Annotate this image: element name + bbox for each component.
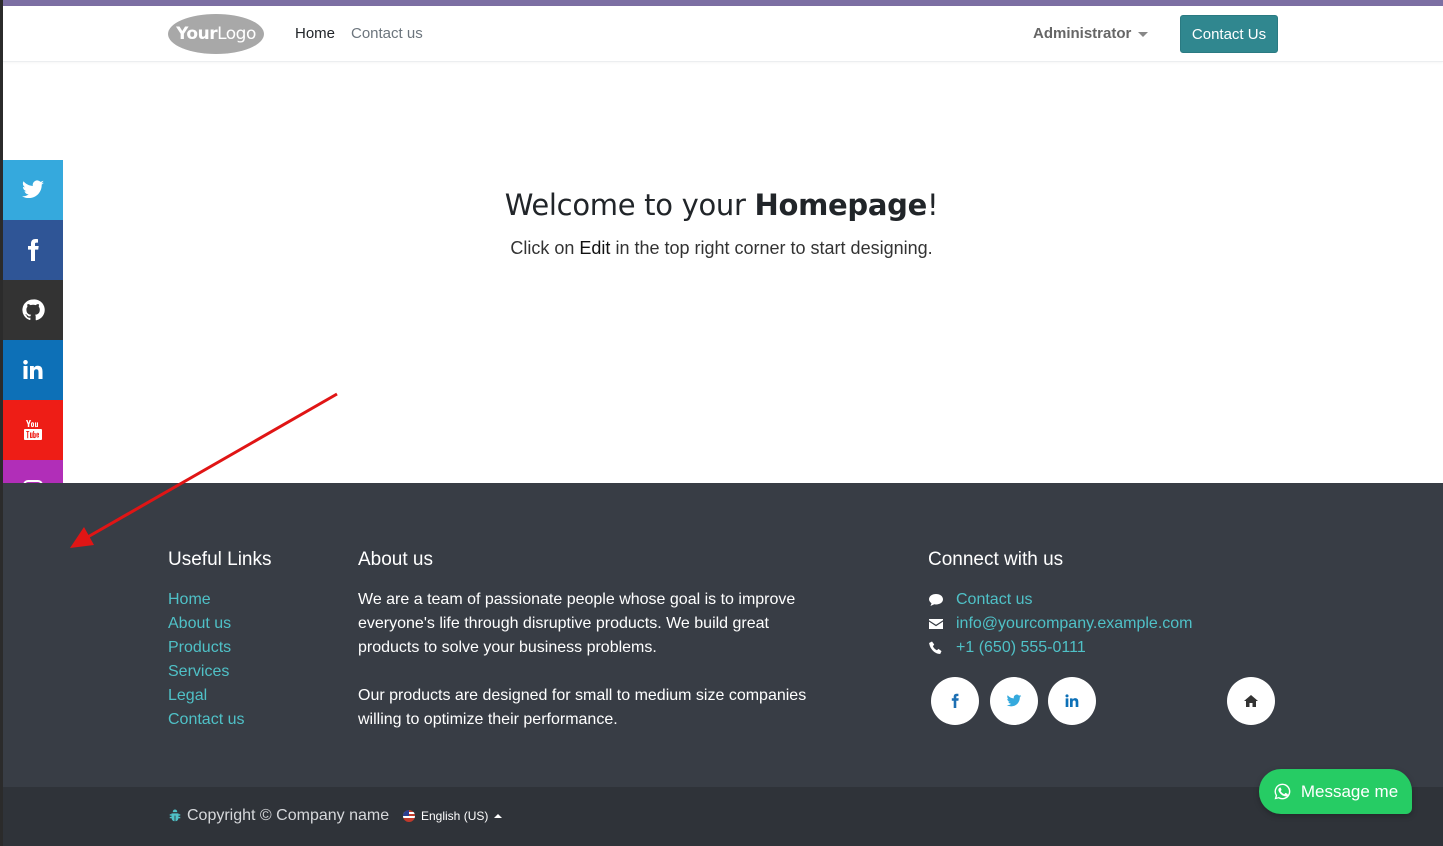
chevron-down-icon[interactable] <box>1138 32 1148 37</box>
language-label: English (US) <box>421 809 489 823</box>
linkedin-icon <box>23 360 43 379</box>
bug-icon <box>169 809 181 822</box>
facebook-icon <box>951 693 959 708</box>
connect-item-phone[interactable]: +1 (650) 555-0111 <box>928 636 1193 660</box>
user-menu-dropdown[interactable]: Administrator <box>1033 25 1131 42</box>
footer-link-contact[interactable]: Contact us <box>168 708 244 732</box>
footer-link-legal[interactable]: Legal <box>168 684 244 708</box>
envelope-icon <box>929 619 943 629</box>
footer-link-about[interactable]: About us <box>168 612 244 636</box>
hero-title-prefix: Welcome to your <box>504 188 755 222</box>
sidebar-youtube-button[interactable] <box>3 400 63 460</box>
nav-home-link[interactable]: Home <box>295 25 335 42</box>
site-logo[interactable]: Your Logo <box>168 14 264 54</box>
connect-item-contact[interactable]: Contact us <box>928 588 1193 612</box>
footer-link-services[interactable]: Services <box>168 660 244 684</box>
whatsapp-icon <box>1274 783 1291 800</box>
copyright-bar: Copyright © Company name English (US) <box>3 787 1443 846</box>
site-footer: Useful Links About us Connect with us Ho… <box>3 483 1443 787</box>
useful-links-list: Home About us Products Services Legal Co… <box>168 588 244 732</box>
connect-phone-link[interactable]: +1 (650) 555-0111 <box>956 636 1086 660</box>
connect-list: Contact us info@yourcompany.example.com … <box>928 588 1193 660</box>
twitter-icon <box>1006 694 1022 707</box>
github-icon <box>22 299 45 321</box>
phone-icon <box>929 641 942 654</box>
page: Your Logo Home Contact us Administrator C… <box>0 0 1443 846</box>
connect-heading: Connect with us <box>928 549 1064 570</box>
hero-subtitle-suffix: in the top right corner to start designi… <box>610 238 933 258</box>
left-edge-border <box>0 0 3 846</box>
sidebar-facebook-button[interactable] <box>3 220 63 280</box>
about-us-heading: About us <box>358 549 433 570</box>
nav-contact-link[interactable]: Contact us <box>351 25 423 42</box>
linkedin-icon <box>1065 694 1079 707</box>
about-paragraph-1: We are a team of passionate people whose… <box>358 591 796 656</box>
logo-text-bold: Your <box>176 24 218 44</box>
about-paragraph-2: Our products are designed for small to m… <box>358 687 807 728</box>
connect-contact-link[interactable]: Contact us <box>956 588 1032 612</box>
useful-links-heading: Useful Links <box>168 549 272 570</box>
contact-us-button[interactable]: Contact Us <box>1180 15 1278 53</box>
copyright-text: Copyright © Company name <box>168 807 389 825</box>
youtube-icon <box>24 420 42 440</box>
footer-home-button[interactable] <box>1227 677 1275 725</box>
language-selector[interactable]: English (US) <box>403 809 503 823</box>
hero-title: Welcome to your Homepage! <box>0 188 1443 222</box>
home-icon <box>1244 695 1258 707</box>
footer-twitter-button[interactable] <box>990 677 1038 725</box>
hero-title-suffix: ! <box>926 188 939 222</box>
footer-linkedin-button[interactable] <box>1048 677 1096 725</box>
hero-title-bold: Homepage <box>754 188 928 222</box>
copyright-label: Copyright © Company name <box>187 807 390 824</box>
chevron-up-icon <box>494 814 503 818</box>
twitter-icon <box>22 180 44 199</box>
connect-item-email[interactable]: info@yourcompany.example.com <box>928 612 1193 636</box>
sidebar-github-button[interactable] <box>3 280 63 340</box>
footer-link-home[interactable]: Home <box>168 588 244 612</box>
footer-link-products[interactable]: Products <box>168 636 244 660</box>
sidebar-linkedin-button[interactable] <box>3 340 63 400</box>
facebook-icon <box>28 239 39 261</box>
footer-facebook-button[interactable] <box>931 677 979 725</box>
message-me-button[interactable]: Message me <box>1259 769 1412 814</box>
site-header: Your Logo Home Contact us Administrator C… <box>3 6 1443 62</box>
connect-email-link[interactable]: info@yourcompany.example.com <box>956 612 1193 636</box>
comment-icon <box>929 594 943 606</box>
about-us-text: We are a team of passionate people whose… <box>358 588 818 732</box>
sidebar-twitter-button[interactable] <box>3 160 63 220</box>
hero-subtitle-bold: Edit <box>579 238 611 258</box>
us-flag-icon <box>403 810 415 822</box>
logo-text-light: Logo <box>217 24 256 44</box>
hero-subtitle-prefix: Click on <box>510 238 580 258</box>
hero-subtitle: Click on Edit in the top right corner to… <box>0 238 1443 259</box>
message-me-label: Message me <box>1300 781 1399 801</box>
